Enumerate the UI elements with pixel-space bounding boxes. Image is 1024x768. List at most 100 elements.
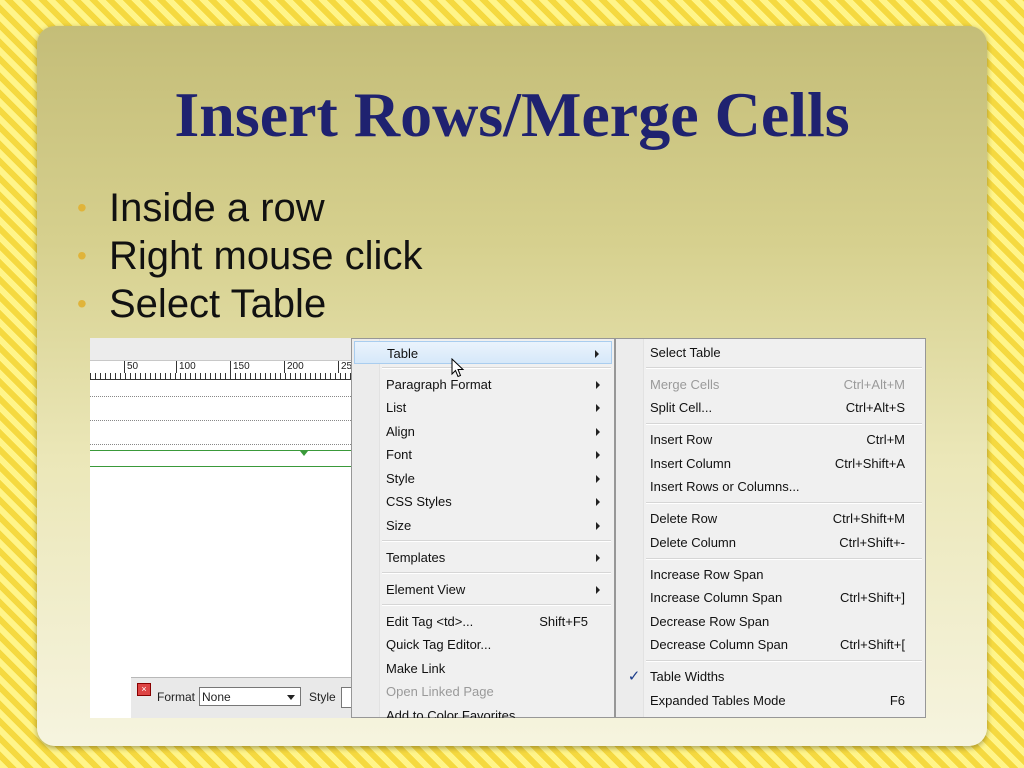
slide: Insert Rows/Merge Cells • Inside a row • R… [37, 26, 987, 746]
menu-item-decrease-row-span[interactable]: Decrease Row Span [618, 610, 923, 633]
menu-separator [382, 604, 611, 606]
menu-item-label: Paragraph Format [386, 377, 492, 392]
menu-item-decrease-column-span[interactable]: Decrease Column Span Ctrl+Shift+[ [618, 633, 923, 656]
menu-item-insert-row[interactable]: Insert Row Ctrl+M [618, 428, 923, 451]
checkmark-icon: ✓ [627, 668, 641, 685]
menu-item-label: List [386, 400, 407, 415]
menu-item-style[interactable]: Style [354, 467, 612, 490]
menu-item-label: Add to Color Favorites [386, 708, 516, 718]
menu-item-align[interactable]: Align [354, 420, 612, 443]
menu-item-make-link[interactable]: Make Link [354, 657, 612, 680]
menu-item-table[interactable]: Table [354, 341, 612, 364]
toolbar-strip [90, 338, 351, 361]
menu-separator [646, 423, 922, 425]
submenu-arrow-icon [596, 554, 600, 562]
slide-title: Insert Rows/Merge Cells [174, 79, 850, 150]
menu-item-shortcut: Ctrl+M [866, 432, 905, 447]
menu-item-label: Open Linked Page [386, 684, 494, 699]
menu-item-css-styles[interactable]: CSS Styles [354, 490, 612, 513]
table-width-guide [90, 450, 351, 451]
menu-item-label: Table [387, 346, 419, 361]
menu-item-insert-rows-or-columns[interactable]: Insert Rows or Columns... [618, 475, 923, 498]
context-menu: Table Paragraph Format List Align Font S… [351, 338, 615, 718]
menu-item-label: Merge Cells [650, 377, 720, 392]
menu-item-paragraph-format[interactable]: Paragraph Format [354, 373, 612, 396]
menu-item-label: Split Cell... [650, 400, 713, 415]
table-border [90, 444, 351, 445]
menu-item-label: Insert Row [650, 432, 713, 447]
format-label: Format [157, 690, 196, 704]
bullet-text: Right mouse click [109, 234, 423, 278]
design-view[interactable]: 50 100 150 200 25 × Format None Style [90, 338, 354, 718]
menu-item-add-to-color-favorites[interactable]: Add to Color Favorites [354, 704, 612, 718]
menu-item-shortcut: Shift+F5 [539, 614, 588, 629]
menu-item-size[interactable]: Size [354, 514, 612, 537]
bullet-text: Select Table [109, 282, 327, 326]
menu-item-insert-column[interactable]: Insert Column Ctrl+Shift+A [618, 452, 923, 475]
menu-item-label: Quick Tag Editor... [386, 637, 492, 652]
menu-item-templates[interactable]: Templates [354, 546, 612, 569]
menu-item-shortcut: Ctrl+Shift+] [839, 590, 905, 605]
menu-separator [646, 367, 922, 369]
bullet-item: • Select Table [77, 280, 422, 328]
submenu-arrow-icon [596, 451, 600, 459]
menu-item-shortcut: Ctrl+Shift+[ [839, 637, 905, 652]
chevron-down-icon [287, 695, 295, 700]
menu-item-delete-row[interactable]: Delete Row Ctrl+Shift+M [618, 507, 923, 530]
properties-panel: × Format None Style [131, 677, 354, 718]
menu-item-label: Increase Column Span [650, 590, 783, 605]
format-value: None [202, 690, 231, 704]
ruler-tick: 25 [338, 361, 352, 373]
bullet-item: • Right mouse click [77, 232, 422, 280]
submenu-arrow-icon [596, 498, 600, 506]
menu-item-select-table[interactable]: Select Table [618, 341, 923, 364]
table-width-marker-icon[interactable] [300, 451, 308, 456]
menu-item-edit-tag[interactable]: Edit Tag <td>... Shift+F5 [354, 610, 612, 633]
menu-item-shortcut: Ctrl+Shift+M [832, 511, 905, 526]
bullet-dot-icon: • [77, 240, 87, 271]
menu-item-label: Align [386, 424, 415, 439]
menu-item-label: Delete Column [650, 535, 736, 550]
menu-item-shortcut: Ctrl+Alt+S [845, 400, 905, 415]
menu-item-label: Element View [386, 582, 466, 597]
menu-separator [646, 502, 922, 504]
bullet-dot-icon: • [77, 288, 87, 319]
mouse-cursor-icon [451, 358, 465, 378]
menu-item-increase-row-span[interactable]: Increase Row Span [618, 563, 923, 586]
menu-item-label: Delete Row [650, 511, 718, 526]
screenshot: 50 100 150 200 25 × Format None Style Ta… [90, 338, 926, 718]
menu-item-label: Table Widths [650, 669, 725, 684]
menu-item-label: Templates [386, 550, 446, 565]
menu-item-label: Decrease Row Span [650, 614, 770, 629]
menu-separator [382, 572, 611, 574]
menu-item-label: Size [386, 518, 412, 533]
menu-item-font[interactable]: Font [354, 443, 612, 466]
menu-item-quick-tag-editor[interactable]: Quick Tag Editor... [354, 633, 612, 656]
menu-item-delete-column[interactable]: Delete Column Ctrl+Shift+- [618, 531, 923, 554]
menu-item-label: Make Link [386, 661, 446, 676]
menu-separator [382, 540, 611, 542]
ruler-tick: 100 [176, 361, 196, 373]
submenu-arrow-icon [596, 522, 600, 530]
menu-item-merge-cells: Merge Cells Ctrl+Alt+M [618, 373, 923, 396]
ruler: 50 100 150 200 25 [90, 361, 352, 380]
menu-item-expanded-tables-mode[interactable]: Expanded Tables Mode F6 [618, 689, 923, 712]
menu-separator [382, 367, 611, 369]
menu-item-label: Style [386, 471, 415, 486]
bullet-item: • Inside a row [77, 184, 422, 232]
submenu-arrow-icon [596, 381, 600, 389]
ruler-tick: 50 [124, 361, 138, 373]
menu-item-shortcut: F6 [889, 693, 905, 708]
menu-item-list[interactable]: List [354, 396, 612, 419]
menu-item-table-widths[interactable]: ✓ Table Widths [618, 665, 923, 688]
table-border [90, 396, 351, 397]
close-icon[interactable]: × [137, 683, 151, 696]
submenu-arrow-icon [595, 350, 599, 358]
menu-item-label: Font [386, 447, 413, 462]
menu-item-element-view[interactable]: Element View [354, 578, 612, 601]
format-select[interactable]: None [199, 687, 301, 706]
menu-item-increase-column-span[interactable]: Increase Column Span Ctrl+Shift+] [618, 586, 923, 609]
menu-item-split-cell[interactable]: Split Cell... Ctrl+Alt+S [618, 396, 923, 419]
menu-item-shortcut: Ctrl+Shift+A [834, 456, 905, 471]
bullet-dot-icon: • [77, 192, 87, 223]
